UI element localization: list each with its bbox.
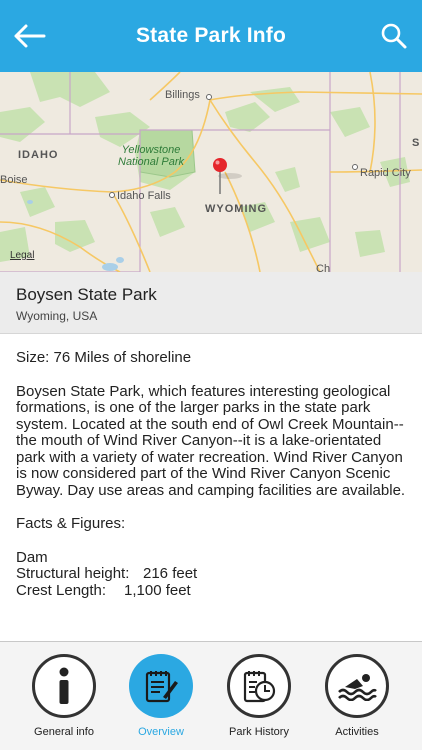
structural-height-label: Structural height: <box>16 565 130 582</box>
history-clock-icon <box>243 671 276 703</box>
city-dot <box>206 94 212 100</box>
map-label-wyoming: WYOMING <box>205 203 267 215</box>
park-header: Boysen State Park Wyoming, USA <box>0 272 422 334</box>
crest-length-label: Crest Length: <box>16 581 107 599</box>
structural-height-value: 216 feet <box>143 565 198 582</box>
page-title: State Park Info <box>135 24 287 47</box>
search-icon <box>381 23 407 49</box>
map-view[interactable]: Billings IDAHO Yellowstone National Park… <box>0 72 422 272</box>
tab-label: General info <box>34 726 94 738</box>
park-size: Size: 76 Miles of shoreline <box>16 350 192 366</box>
map-label-idaho-falls: Idaho Falls <box>117 190 171 202</box>
tab-label: Park History <box>229 726 289 738</box>
app-header: State Park Info <box>0 0 422 72</box>
map-label-billings: Billings <box>165 89 200 101</box>
city-dot <box>109 192 115 198</box>
map-label-ch-partial: Ch <box>316 263 331 272</box>
park-description: Boysen State Park, which features intere… <box>16 382 406 499</box>
map-label-boise: Boise <box>0 174 28 186</box>
park-name: Boysen State Park <box>16 285 157 304</box>
crest-length-value: 1,100 feet <box>124 581 191 599</box>
tab-overview[interactable]: Overview <box>112 642 210 751</box>
tab-icon-circle <box>325 654 389 718</box>
park-location: Wyoming, USA <box>16 309 98 323</box>
facts-heading: Facts & Figures: <box>16 515 126 532</box>
tab-activities[interactable]: Activities <box>308 642 406 751</box>
crest-length-row: Crest Length: 1,100 feet <box>16 581 408 600</box>
map-legal-link[interactable]: Legal <box>10 250 34 261</box>
dam-label: Dam <box>16 548 48 566</box>
tab-park-history[interactable]: Park History <box>210 642 308 751</box>
tab-icon-circle <box>32 654 96 718</box>
map-pin-icon[interactable] <box>210 156 230 196</box>
tab-general-info[interactable]: General info <box>15 642 113 751</box>
info-icon <box>59 667 69 704</box>
city-dot <box>352 164 358 170</box>
map-label-rapid-city: Rapid City <box>360 167 411 179</box>
swimmer-icon <box>338 674 377 701</box>
park-description-scroll[interactable]: Size: 76 Miles of shoreline Boysen State… <box>16 350 408 638</box>
tab-label: Overview <box>138 726 184 738</box>
notepad-pencil-icon <box>145 671 178 703</box>
tab-icon-circle <box>129 654 193 718</box>
map-label-idaho: IDAHO <box>18 149 59 161</box>
tab-label: Activities <box>335 726 379 738</box>
bottom-tab-bar: General info Overview Park History Activ… <box>0 641 422 750</box>
map-label-yellowstone: Yellowstone National Park <box>118 144 185 168</box>
map-label-sd-partial: S <box>412 137 421 149</box>
structural-height-row: Structural height: 216 feet <box>16 565 408 583</box>
tab-icon-circle <box>227 654 291 718</box>
search-button[interactable] <box>378 20 410 52</box>
